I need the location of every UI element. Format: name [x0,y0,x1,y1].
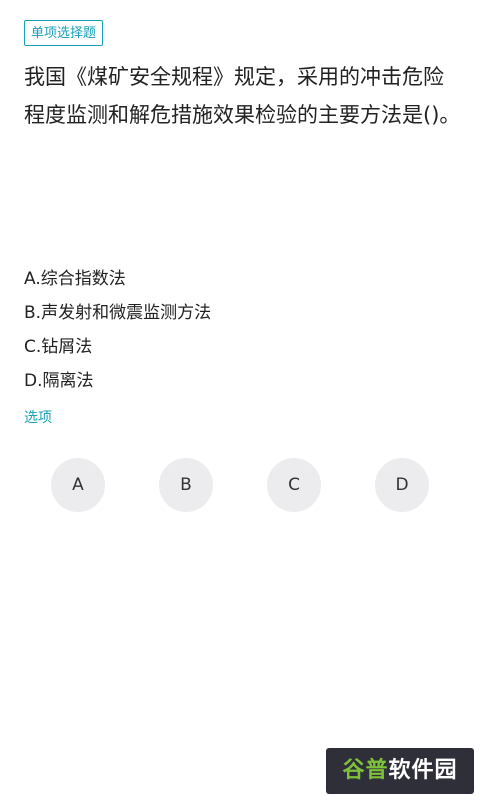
choice-c-button[interactable]: C [267,458,321,512]
option-b-text: B.声发射和微震监测方法 [24,303,212,323]
answer-choice-row: A B C D [0,458,480,512]
option-d-text: D.隔离法 [24,371,94,391]
watermark-brand-suffix: 软件园 [388,758,458,783]
question-type-tag: 单项选择题 [24,20,104,46]
choice-d-button[interactable]: D [375,458,429,512]
watermark-brand-prefix: 谷普 [342,758,389,783]
answer-section-label: 选项 [24,410,52,426]
question-text: 我国《煤矿安全规程》规定，采用的冲击危险程度监测和解危措施效果检验的主要方法是(… [24,65,461,127]
choice-b-button[interactable]: B [159,458,213,512]
option-a-text: A.综合指数法 [24,269,126,289]
site-watermark-logo: 谷普软件园 [326,748,474,794]
option-list: A.综合指数法 B.声发射和微震监测方法 C.钻屑法 D.隔离法 [24,262,454,398]
choice-a-button[interactable]: A [51,458,105,512]
option-c-text: C.钻屑法 [24,337,93,357]
